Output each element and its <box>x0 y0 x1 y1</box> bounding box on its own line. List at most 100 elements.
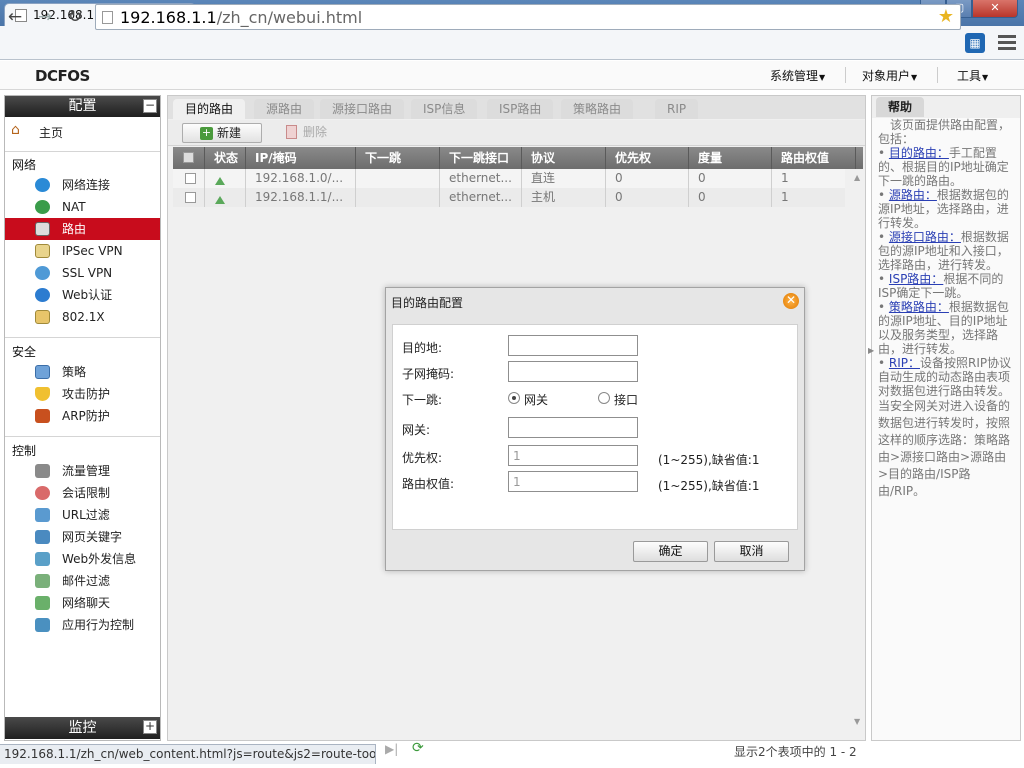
scroll-down-icon[interactable]: ▼ <box>854 717 860 726</box>
help-link-isp-route[interactable]: ISP路由： <box>889 272 943 286</box>
header-nexthop-interface[interactable]: 下一跳接口 <box>440 147 522 169</box>
help-body: 该页面提供路由配置，包括： • 目的路由：手工配置的、根据目的IP地址确定下一跳… <box>872 118 1020 740</box>
route-weight-input[interactable] <box>508 471 638 492</box>
subnet-mask-input[interactable] <box>508 361 638 382</box>
help-collapse-icon[interactable]: ▶ <box>868 346 874 355</box>
sidebar-item-label: NAT <box>62 200 86 214</box>
table-row[interactable]: 192.168.1.0/... ethernet... 直连 0 0 1 <box>173 169 845 188</box>
confirm-button[interactable]: 确定 <box>633 541 708 562</box>
sidebar-item-policy[interactable]: 策略 <box>5 361 160 383</box>
address-bar[interactable]: 192.168.1.1/zh_cn/webui.html ★ <box>95 4 961 30</box>
tab-rip[interactable]: RIP <box>655 99 699 119</box>
last-page-icon[interactable]: ▶| <box>385 742 398 756</box>
address-url[interactable]: 192.168.1.1/zh_cn/webui.html <box>120 8 362 27</box>
bookmark-star-icon[interactable]: ★ <box>938 6 954 27</box>
header-status[interactable]: 状态 <box>205 147 246 169</box>
row-select[interactable] <box>173 188 205 207</box>
sidebar-item-arp-defense[interactable]: ARP防护 <box>5 405 160 427</box>
help-link-rip[interactable]: RIP： <box>889 356 920 370</box>
divider <box>5 337 160 338</box>
cell-nexthop <box>356 169 440 188</box>
nexthop-interface-radio[interactable] <box>598 392 610 404</box>
sidebar-item-web-keyword[interactable]: 网页关键字 <box>5 526 160 548</box>
delete-button[interactable]: 删除 <box>283 123 343 143</box>
row-checkbox[interactable] <box>185 192 196 203</box>
app-control-icon <box>35 618 50 632</box>
header-priority[interactable]: 优先权 <box>606 147 689 169</box>
browser-menu-icon[interactable] <box>998 35 1016 51</box>
caret-down-icon: ▼ <box>982 73 989 82</box>
header-nexthop[interactable]: 下一跳 <box>356 147 440 169</box>
tab-source-route[interactable]: 源路由 <box>254 99 315 119</box>
menu-system-management[interactable]: 系统管理▼ <box>770 67 825 84</box>
sidebar-item-8021x[interactable]: 802.1X <box>5 306 160 328</box>
extension-icon[interactable]: ▦ <box>965 33 985 53</box>
cell-nexthop <box>356 188 440 207</box>
sidebar-item-network-connection[interactable]: 网络连接 <box>5 174 160 196</box>
sidebar-item-app-control[interactable]: 应用行为控制 <box>5 614 160 636</box>
nexthop-label: 下一跳: <box>402 393 443 407</box>
scroll-up-icon[interactable]: ▲ <box>854 173 860 182</box>
sidebar-item-nat[interactable]: NAT <box>5 196 160 218</box>
row-select[interactable] <box>173 169 205 188</box>
header-select-all[interactable] <box>173 147 205 169</box>
sidebar-item-traffic-management[interactable]: 流量管理 <box>5 460 160 482</box>
cancel-button[interactable]: 取消 <box>714 541 789 562</box>
priority-input[interactable] <box>508 445 638 466</box>
sidebar-title: 配置 <box>68 98 97 114</box>
sidebar-item-attack-defense[interactable]: 攻击防护 <box>5 383 160 405</box>
sidebar-item-web-auth[interactable]: Web认证 <box>5 284 160 306</box>
sidebar-item-ssl-vpn[interactable]: SSL VPN <box>5 262 160 284</box>
tab-isp-info[interactable]: ISP信息 <box>411 99 478 119</box>
help-link-source-route[interactable]: 源路由： <box>889 188 937 202</box>
sidebar-item-mail-filter[interactable]: 邮件过滤 <box>5 570 160 592</box>
sidebar-item-route[interactable]: 路由 <box>5 218 160 240</box>
collapse-icon[interactable]: − <box>143 99 157 113</box>
sidebar-item-label: 攻击防护 <box>62 387 111 401</box>
tab-policy-route[interactable]: 策略路由 <box>561 99 634 119</box>
tab-source-interface-route[interactable]: 源接口路由 <box>320 99 405 119</box>
menu-label: 系统管理 <box>770 69 819 83</box>
help-link-destination-route[interactable]: 目的路由： <box>889 146 949 160</box>
gateway-input[interactable] <box>508 417 638 438</box>
header-metric[interactable]: 度量 <box>689 147 772 169</box>
refresh-icon[interactable]: ⟳ <box>412 740 430 758</box>
reload-icon[interactable]: ↻ <box>64 6 86 28</box>
header-protocol[interactable]: 协议 <box>522 147 606 169</box>
sidebar-monitor-header[interactable]: 监控 + <box>5 717 160 739</box>
sidebar-item-home[interactable]: ⌂ 主页 <box>9 122 159 142</box>
help-link-source-interface-route[interactable]: 源接口路由： <box>889 230 961 244</box>
new-button[interactable]: + 新建 <box>182 123 262 143</box>
table-scrollbar[interactable]: ▲ ▼ <box>852 169 864 729</box>
sidebar-item-label: 会话限制 <box>62 486 111 500</box>
help-tab[interactable]: 帮助 <box>876 97 924 117</box>
select-all-checkbox[interactable] <box>183 152 194 163</box>
status-up-icon <box>214 192 226 204</box>
destination-input[interactable] <box>508 335 638 356</box>
forward-arrow-icon[interactable]: → <box>34 6 56 28</box>
row-status <box>205 169 246 188</box>
table-row[interactable]: 192.168.1.1/... ethernet... 主机 0 0 1 <box>173 188 845 207</box>
back-arrow-icon[interactable]: ← <box>4 6 26 28</box>
help-link-policy-route[interactable]: 策略路由： <box>889 300 949 314</box>
sidebar-item-ipsec-vpn[interactable]: IPSec VPN <box>5 240 160 262</box>
dialog-close-icon[interactable]: ✕ <box>783 293 799 309</box>
tab-isp-route[interactable]: ISP路由 <box>487 99 554 119</box>
header-ip-mask[interactable]: IP/掩码 <box>246 147 356 169</box>
help-item: • 源接口路由：根据数据包的源IP地址和入接口，选择路由，进行转发。 <box>878 230 1009 272</box>
sidebar-item-url-filter[interactable]: URL过滤 <box>5 504 160 526</box>
row-checkbox[interactable] <box>185 173 196 184</box>
sidebar-item-session-limit[interactable]: 会话限制 <box>5 482 160 504</box>
sidebar-item-web-outgoing[interactable]: Web外发信息 <box>5 548 160 570</box>
header-weight[interactable]: 路由权值 <box>772 147 856 169</box>
browser-status-url: 192.168.1.1/zh_cn/web_content.html?js=ro… <box>0 744 376 764</box>
sidebar-item-chat[interactable]: 网络聊天 <box>5 592 160 614</box>
window-close-button[interactable]: ✕ <box>972 0 1018 18</box>
tab-destination-route[interactable]: 目的路由 <box>173 99 246 119</box>
menu-tools[interactable]: 工具▼ <box>957 67 988 84</box>
cell-metric: 0 <box>689 188 772 207</box>
url-host: 192.168.1.1 <box>120 8 217 27</box>
nexthop-gateway-radio[interactable] <box>508 392 520 404</box>
expand-icon[interactable]: + <box>143 720 157 734</box>
menu-objects-users[interactable]: 对象用户▼ <box>862 67 917 84</box>
